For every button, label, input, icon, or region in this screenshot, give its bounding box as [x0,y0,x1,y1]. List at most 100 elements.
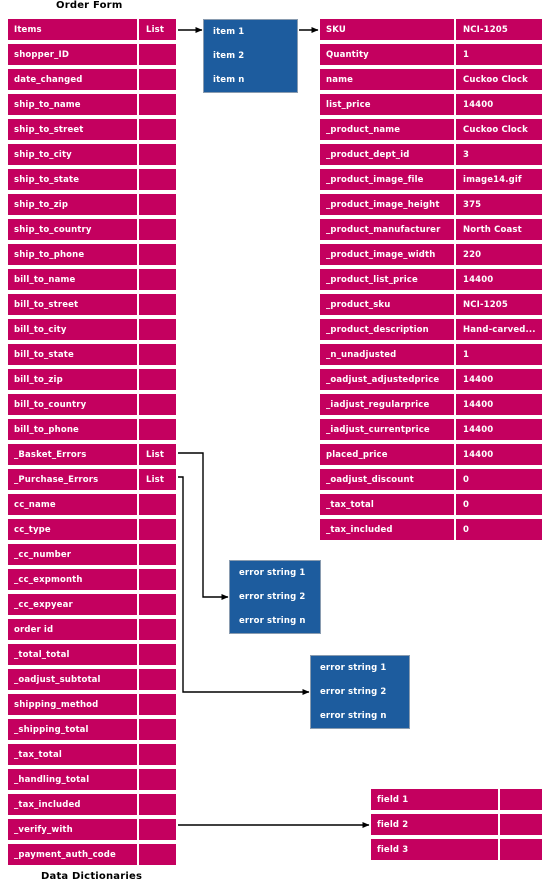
item-detail-field-value: 14400 [455,443,543,466]
item-detail-field-value: 0 [455,468,543,491]
dictionary-row: field 1 [370,788,543,811]
items-list-item: item 2 [213,51,245,61]
item-detail-field-name: _tax_total [319,493,455,516]
diagram-canvas: Order Form Data Dictionaries Items List sh… [0,0,546,886]
order-form-field-value [138,643,177,666]
order-form-field-name: cc_name [7,493,138,516]
order-form-field-name: cc_type [7,518,138,541]
order-form-row: _tax_total [7,743,177,766]
order-form-field-value [138,843,177,866]
order-form-field-value [138,343,177,366]
item-detail-field-name: _product_list_price [319,268,455,291]
item-detail-field-name: _product_image_file [319,168,455,191]
data-dictionary-field-table: field 1 field 2 field 3 [370,788,543,863]
item-detail-field-value: 375 [455,193,543,216]
order-form-field-value [138,693,177,716]
order-form-field-value [138,668,177,691]
order-form-field-name: _cc_expmonth [7,568,138,591]
item-detail-field-name: list_price [319,93,455,116]
data-dictionaries-title: Data Dictionaries [41,871,143,882]
order-form-field-value [138,368,177,391]
basket-errors-list-box[interactable]: error string 1 error string 2 error string… [229,560,321,634]
dictionary-row: field 2 [370,813,543,836]
order-form-field-value [138,493,177,516]
dictionary-field-name: field 2 [370,813,499,836]
order-form-field-name: ship_to_country [7,218,138,241]
order-form-field-name: bill_to_street [7,293,138,316]
item-detail-field-value: 0 [455,518,543,541]
order-form-field-name: ship_to_name [7,93,138,116]
order-form-row: ship_to_phone [7,243,177,266]
items-list-item: item 1 [213,27,245,37]
item-detail-row: _product_image_width 220 [319,243,543,266]
order-form-field-value [138,318,177,341]
order-form-row: ship_to_street [7,118,177,141]
item-detail-row: _product_description Hand-carved... [319,318,543,341]
order-form-field-name: _Purchase_Errors [7,468,138,491]
order-form-field-name: shipping_method [7,693,138,716]
order-form-row: ship_to_country [7,218,177,241]
order-form-field-name: ship_to_zip [7,193,138,216]
item-detail-field-value: image14.gif [455,168,543,191]
order-form-field-value [138,193,177,216]
item-detail-row: _tax_total 0 [319,493,543,516]
order-form-field-value [138,293,177,316]
purchase-errors-list-box[interactable]: error string 1 error string 2 error string… [310,655,410,729]
item-detail-field-name: placed_price [319,443,455,466]
item-detail-field-value: NCI-1205 [455,18,543,41]
order-form-field-value [138,393,177,416]
order-form-field-name: _oadjust_subtotal [7,668,138,691]
order-form-field-value [138,793,177,816]
order-form-field-value [138,743,177,766]
items-list-box[interactable]: item 1 item 2 item n [203,19,298,93]
order-form-field-value [138,43,177,66]
order-form-field-name: bill_to_name [7,268,138,291]
order-form-field-value [138,418,177,441]
order-form-field-name: ship_to_state [7,168,138,191]
item-detail-row: placed_price 14400 [319,443,543,466]
order-form-field-name: ship_to_phone [7,243,138,266]
order-form-field-name: date_changed [7,68,138,91]
order-form-row: bill_to_name [7,268,177,291]
item-detail-row: _product_dept_id 3 [319,143,543,166]
order-form-field-value [138,218,177,241]
order-form-row: _payment_auth_code [7,843,177,866]
order-form-field-value [138,543,177,566]
item-detail-row: Quantity 1 [319,43,543,66]
item-detail-field-value: Cuckoo Clock [455,68,543,91]
item-detail-field-value: 14400 [455,268,543,291]
order-form-field-name: ship_to_city [7,143,138,166]
order-form-field-value [138,568,177,591]
item-detail-field-value: 1 [455,43,543,66]
item-detail-table: SKU NCI-1205 Quantity 1 name Cuckoo Clock list… [319,18,543,543]
order-form-field-name: order id [7,618,138,641]
item-detail-field-name: _product_manufacturer [319,218,455,241]
item-detail-row: _product_image_height 375 [319,193,543,216]
order-form-field-value [138,593,177,616]
order-form-row: bill_to_phone [7,418,177,441]
basket-error-item: error string 2 [239,592,306,602]
item-detail-row: _iadjust_regularprice 14400 [319,393,543,416]
order-form-field-name: bill_to_city [7,318,138,341]
item-detail-field-name: name [319,68,455,91]
dictionary-field-name: field 1 [370,788,499,811]
item-detail-field-name: _product_name [319,118,455,141]
item-detail-row: _iadjust_currentprice 14400 [319,418,543,441]
order-form-field-value [138,268,177,291]
order-form-field-value [138,718,177,741]
order-form-field-value [138,68,177,91]
order-form-field-name: _tax_included [7,793,138,816]
order-form-field-name: _handling_total [7,768,138,791]
order-form-row: bill_to_country [7,393,177,416]
item-detail-field-name: _product_description [319,318,455,341]
item-detail-row: _oadjust_discount 0 [319,468,543,491]
order-form-field-name: bill_to_country [7,393,138,416]
order-form-row: _Purchase_Errors List [7,468,177,491]
basket-error-item: error string n [239,616,306,626]
order-form-field-value [138,168,177,191]
order-form-row: _cc_expmonth [7,568,177,591]
item-detail-field-name: _oadjust_adjustedprice [319,368,455,391]
order-form-field-value [138,768,177,791]
order-form-field-value: List [138,468,177,491]
item-detail-row: name Cuckoo Clock [319,68,543,91]
